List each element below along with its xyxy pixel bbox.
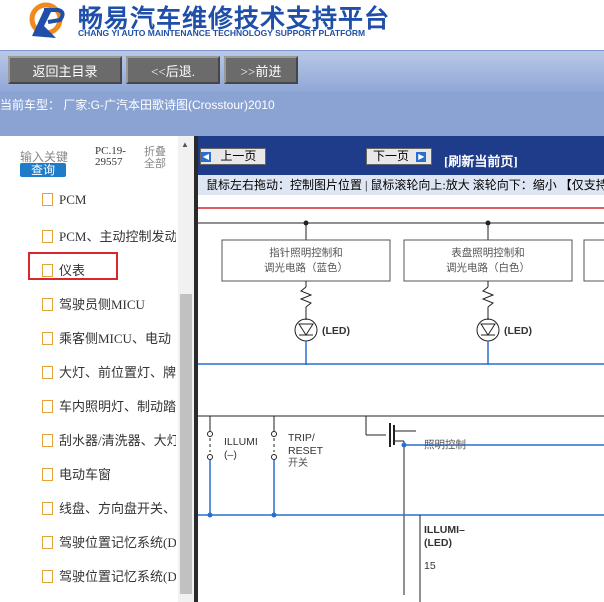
tree-item-label: 驾驶位置记忆系统(D (59, 535, 176, 550)
partial-box (583, 239, 604, 282)
pc-code: PC.19-29557 (95, 145, 126, 168)
tree-item-label: 车内照明灯、制动踏 (59, 399, 176, 414)
tree-item[interactable]: 乘客侧MICU、电动 (42, 328, 176, 348)
tree-item[interactable]: 车内照明灯、制动踏 (42, 396, 176, 416)
illumi-neg-label: (–) (224, 449, 237, 461)
next-arrow-icon: ▶ (416, 152, 427, 162)
tree-item[interactable]: PCM (42, 192, 176, 212)
resistor-icon (299, 286, 313, 308)
next-page-button[interactable]: 下一页 ▶ (366, 148, 432, 165)
wiring-diagram[interactable]: 指针照明控制和 调光电路（蓝色） 表盘照明控制和 调光电路（白色） (LED) … (198, 195, 604, 602)
tree-item-label: 乘客侧MICU、电动 (59, 331, 171, 346)
led-icon (298, 323, 314, 336)
refresh-page-link[interactable]: [刷新当前页] (444, 151, 518, 170)
led1-label: (LED) (322, 325, 350, 337)
junction-dot (207, 512, 213, 518)
document-icon (42, 193, 53, 206)
trip-label: TRIP/ (288, 432, 315, 444)
led2-label: (LED) (504, 325, 532, 337)
prev-arrow-icon: ◀ (201, 152, 211, 162)
car-model-text: 当前车型： 厂家:G-广汽本田歌诗图(Crosstour)2010 (0, 98, 275, 112)
illumi-led-label-2: (LED) (424, 537, 452, 549)
tree-item-label: 线盘、方向盘开关、 (59, 501, 176, 516)
tree-item[interactable]: 驾驶员侧MICU (42, 294, 176, 314)
document-icon (42, 502, 53, 515)
prev-page-button[interactable]: ◀ 上一页 (200, 148, 266, 165)
tree-item-label: 驾驶员侧MICU (59, 297, 145, 312)
tree-item[interactable]: 驾驶位置记忆系统(D (42, 532, 176, 552)
viewer-toolbar: ◀ 上一页 下一页 ▶ [刷新当前页] (198, 136, 604, 175)
document-icon (42, 298, 53, 311)
switch-label: 开关 (288, 456, 308, 469)
box1-line1: 指针照明控制和 (269, 246, 343, 259)
search-button[interactable]: 查询 (20, 163, 66, 177)
illumi-label: ILLUMI (224, 436, 258, 448)
tree-scrollbar[interactable]: ▲ (178, 136, 194, 602)
tree-item-label: PCM (59, 192, 87, 207)
illumi-switch: ILLUMI (–) (207, 416, 258, 515)
tree-item[interactable]: PCM、主动控制发动 (42, 226, 176, 246)
box1-line2: 调光电路（蓝色） (264, 261, 348, 274)
collapse-all-button[interactable]: 折叠全部 (144, 146, 172, 170)
tree-item[interactable]: 电动车窗 (42, 464, 176, 484)
resistor-icon (481, 286, 495, 308)
nav-bar: 返回主目录 <<后退. >>前进 (0, 50, 604, 93)
trip-reset-switch: TRIP/ RESET 开关 (271, 416, 324, 515)
tree-item[interactable]: 大灯、前位置灯、牌 (42, 362, 176, 382)
pin-number: 15 (424, 560, 436, 572)
tree-item[interactable]: 线盘、方向盘开关、 (42, 498, 176, 518)
lighting-control-label: 照明控制 (424, 438, 466, 451)
document-icon (42, 468, 53, 481)
tree-item[interactable]: 刮水器/清洗器、大灯 (42, 430, 176, 450)
tree-item-label: PCM、主动控制发动 (59, 229, 176, 244)
box2-line1: 表盘照明控制和 (451, 246, 525, 259)
document-icon (42, 536, 53, 549)
document-icon (42, 434, 53, 447)
led-icon (480, 323, 496, 336)
logo-icon (29, 2, 65, 38)
platform-subtitle: CHANG YI AUTO MAINTENANCE TECHNOLOGY SUP… (78, 28, 366, 38)
led-branch-1: (LED) (294, 281, 350, 365)
box2-line2: 调光电路（白色） (446, 261, 530, 274)
scroll-up-arrow-icon[interactable]: ▲ (181, 140, 189, 149)
transistor: 照明控制 (365, 416, 604, 595)
document-tree-panel: 输入关键 查询 PC.19-29557 折叠全部 PCM PCM、主动控制发动 仪表… (0, 136, 196, 602)
illumi-led-label-1: ILLUMI– (424, 524, 465, 536)
usage-hint: 鼠标左右拖动：控制图片位置 | 鼠标滚轮向上:放大 滚轮向下：缩小 【仅支持 (198, 175, 604, 195)
document-icon (42, 332, 53, 345)
scroll-thumb[interactable] (180, 294, 192, 594)
car-model-bar: 当前车型： 厂家:G-广汽本田歌诗图(Crosstour)2010 (0, 92, 604, 136)
document-icon (42, 570, 53, 583)
tree-item-label: 电动车窗 (59, 467, 112, 482)
app-header: 畅易汽车维修技术支持平台 CHANG YI AUTO MAINTENANCE T… (0, 0, 604, 50)
tree-item-label: 大灯、前位置灯、牌 (59, 365, 176, 380)
tree-item-label: 刮水器/清洗器、大灯 (59, 433, 176, 448)
selected-item-highlight (28, 252, 118, 280)
diagram-viewer: ◀ 上一页 下一页 ▶ [刷新当前页] 鼠标左右拖动：控制图片位置 | 鼠标滚轮… (198, 136, 604, 602)
next-page-label: 下一页 (373, 149, 410, 163)
document-icon (42, 366, 53, 379)
back-button[interactable]: <<后退. (126, 56, 220, 84)
tree-item[interactable]: 驾驶位置记忆系统(D (42, 566, 176, 586)
document-icon (42, 400, 53, 413)
tree-item-label: 驾驶位置记忆系统(D (59, 569, 176, 584)
led-branch-2: (LED) (476, 281, 532, 365)
junction-dot (271, 512, 277, 518)
home-button[interactable]: 返回主目录 (8, 56, 122, 84)
prev-page-label: 上一页 (220, 149, 257, 163)
reset-label: RESET (288, 445, 324, 457)
forward-button[interactable]: >>前进 (224, 56, 298, 84)
document-icon (42, 230, 53, 243)
